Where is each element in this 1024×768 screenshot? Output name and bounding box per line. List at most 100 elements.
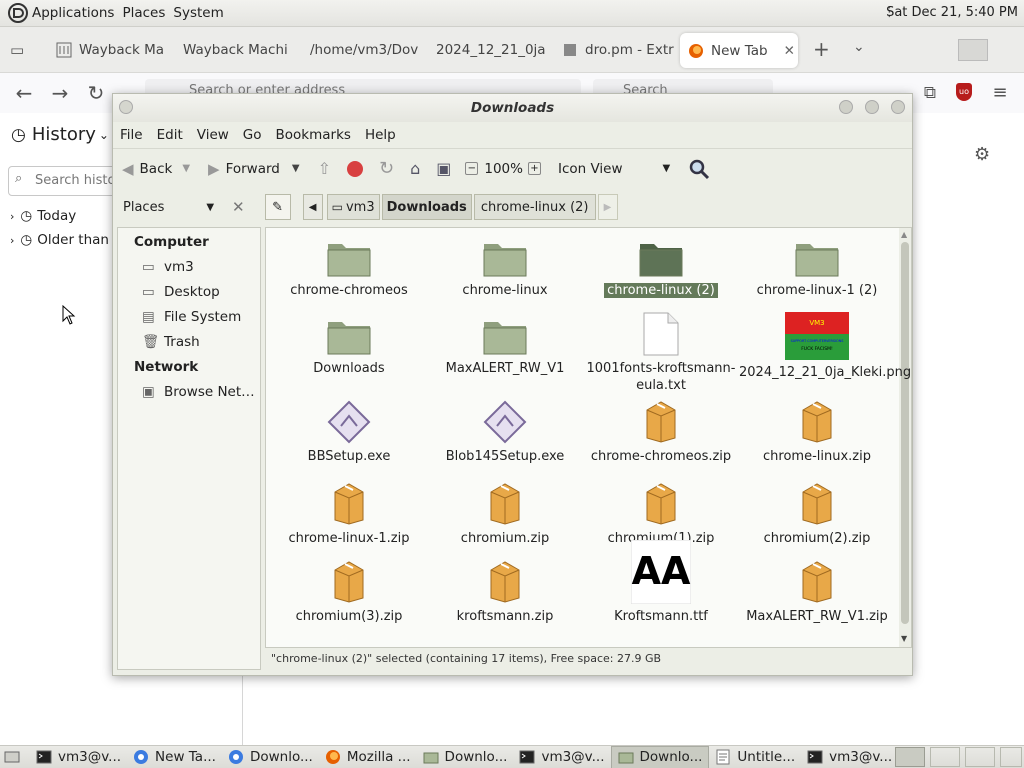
file-item[interactable]: MaxALERT_RW_V1 xyxy=(427,316,583,377)
file-item[interactable]: chrome-linux-1 (2) xyxy=(739,238,895,299)
up-icon[interactable]: ⇧ xyxy=(318,159,331,178)
sidebar-item-desktop[interactable]: ▭ Desktop xyxy=(142,284,220,300)
maximize-icon[interactable] xyxy=(958,39,988,61)
taskbar-item[interactable]: vm3@v... xyxy=(801,746,898,768)
taskbar-item[interactable]: Downlo... xyxy=(222,746,319,768)
new-tab-icon[interactable]: + xyxy=(813,37,830,61)
menu-view[interactable]: View xyxy=(197,127,229,143)
extensions-icon[interactable]: ⧉ xyxy=(918,81,942,105)
search-icon[interactable] xyxy=(688,158,710,180)
reload-icon[interactable]: ↻ xyxy=(379,158,394,179)
menu-file[interactable]: File xyxy=(120,127,143,143)
gnome-foot-icon[interactable] xyxy=(7,2,29,24)
breadcrumb-downloads[interactable]: Downloads xyxy=(381,194,472,220)
history-item-today[interactable]: › ◷ Today xyxy=(10,208,76,224)
scroll-down-icon[interactable]: ▼ xyxy=(901,634,907,643)
menu-edit[interactable]: Edit xyxy=(157,127,183,143)
crumb-left-icon[interactable]: ◀ xyxy=(302,194,323,220)
tab-home-dir[interactable]: /home/vm3/Dov xyxy=(310,27,422,73)
reload-icon[interactable]: ↻ xyxy=(84,81,108,105)
file-item[interactable]: 1001fonts-kroftsmann-eula.txt xyxy=(583,312,739,394)
workspace-4[interactable] xyxy=(1000,747,1022,767)
file-item[interactable]: chrome-chromeos.zip xyxy=(583,400,739,465)
computer-icon[interactable]: ▣ xyxy=(436,159,451,178)
workspace-1[interactable] xyxy=(895,747,925,767)
scrollbar-thumb[interactable] xyxy=(901,242,909,624)
tab-wayback-1[interactable]: Wayback Ma xyxy=(56,27,168,73)
sidebar-item-browse-network[interactable]: ▣ Browse Net… xyxy=(142,384,255,400)
file-item[interactable]: chrome-linux-1.zip xyxy=(271,482,427,547)
maximize-icon[interactable] xyxy=(865,100,879,114)
show-desktop-icon[interactable] xyxy=(4,749,20,765)
breadcrumb-chrome-linux-2[interactable]: chrome-linux (2) xyxy=(473,194,596,220)
taskbar-item[interactable]: Mozilla ... xyxy=(319,746,417,768)
clock[interactable]: Sat Dec 21, 5:40 PM xyxy=(886,5,1018,20)
chevron-down-icon[interactable]: ▼ xyxy=(663,163,671,174)
workspace-2[interactable] xyxy=(930,747,960,767)
ublock-icon[interactable]: uo xyxy=(956,83,972,101)
tab-new-tab[interactable]: New Tab ✕ xyxy=(680,33,798,68)
taskbar-item[interactable]: Untitle... xyxy=(709,746,801,768)
tab-wayback-2[interactable]: Wayback Machi xyxy=(183,27,295,73)
file-item[interactable]: chrome-linux xyxy=(427,238,583,299)
file-item[interactable]: MaxALERT_RW_V1.zip xyxy=(739,560,895,625)
scrollbar[interactable]: ▲ ▼ xyxy=(899,228,911,647)
taskbar-item[interactable]: Downlo... xyxy=(610,745,710,768)
file-item[interactable]: kroftsmann.zip xyxy=(427,560,583,625)
workspace-3[interactable] xyxy=(965,747,995,767)
taskbar-item[interactable]: New Ta... xyxy=(127,746,222,768)
window-title[interactable]: Downloads xyxy=(113,94,912,122)
crumb-right-icon[interactable]: ▶ xyxy=(597,194,618,220)
close-tab-icon[interactable]: ✕ xyxy=(784,43,795,59)
file-item[interactable]: VM3 SUPPORT COMPUTERVERSIONS FUCK FACISM! 2… xyxy=(739,312,911,381)
places-select[interactable]: Places xyxy=(123,200,164,215)
file-item[interactable]: chromium(1).zip xyxy=(583,482,739,547)
history-sidebar-title[interactable]: ◷ History ⌄ xyxy=(11,124,109,145)
gear-icon[interactable]: ⚙ xyxy=(974,144,990,165)
window-menu-icon[interactable] xyxy=(119,100,133,114)
file-item[interactable]: chromium(2).zip xyxy=(739,482,895,547)
applications-menu[interactable]: Applications xyxy=(32,5,114,21)
tab-overview-icon[interactable]: ▭ xyxy=(10,41,24,59)
list-tabs-icon[interactable]: ⌄ xyxy=(853,39,865,55)
zoom-in-icon[interactable]: + xyxy=(527,162,541,175)
minimize-icon[interactable] xyxy=(839,100,853,114)
view-mode-select[interactable]: Icon View xyxy=(558,161,623,177)
zoom-level[interactable]: 100% xyxy=(484,161,523,177)
file-item[interactable]: chromium.zip xyxy=(427,482,583,547)
sidebar-item-vm3[interactable]: ▭ vm3 xyxy=(142,259,194,275)
menu-help[interactable]: Help xyxy=(365,127,396,143)
tab-png[interactable]: 2024_12_21_0ja xyxy=(436,27,548,73)
file-item[interactable]: chrome-linux (2) xyxy=(583,238,739,299)
sidebar-item-filesystem[interactable]: ▤ File System xyxy=(142,309,241,325)
system-menu[interactable]: System xyxy=(173,5,223,21)
taskbar-item[interactable]: vm3@v... xyxy=(30,746,127,768)
forward-icon[interactable]: → xyxy=(48,81,72,105)
menu-bookmarks[interactable]: Bookmarks xyxy=(276,127,351,143)
file-item[interactable]: BBSetup.exe xyxy=(271,400,427,465)
zoom-out-icon[interactable]: − xyxy=(465,162,479,175)
file-item[interactable]: chrome-chromeos xyxy=(271,238,427,299)
taskbar-item[interactable]: vm3@v... xyxy=(513,746,610,768)
file-item[interactable]: chrome-linux.zip xyxy=(739,400,895,465)
sidebar-item-trash[interactable]: 🗑 Trash xyxy=(142,334,200,350)
forward-history-icon[interactable]: ▼ xyxy=(292,163,300,174)
edit-location-icon[interactable]: ✎ xyxy=(264,194,291,220)
file-item[interactable]: Blob145Setup.exe xyxy=(427,400,583,465)
breadcrumb-vm3[interactable]: ▭ vm3 xyxy=(326,194,380,220)
file-item[interactable]: Downloads xyxy=(271,316,427,377)
chevron-down-icon[interactable]: ▼ xyxy=(206,202,214,213)
back-button[interactable]: ◀ Back xyxy=(122,160,172,178)
forward-button[interactable]: ▶ Forward xyxy=(208,160,280,178)
tab-dro-pm[interactable]: dro.pm - Extr xyxy=(562,27,674,73)
scroll-up-icon[interactable]: ▲ xyxy=(901,230,907,239)
menu-go[interactable]: Go xyxy=(243,127,262,143)
file-item[interactable]: chromium(3).zip xyxy=(271,560,427,625)
back-history-icon[interactable]: ▼ xyxy=(182,163,190,174)
places-menu[interactable]: Places xyxy=(122,5,165,21)
stop-icon[interactable] xyxy=(346,160,363,177)
back-icon[interactable]: ← xyxy=(12,81,36,105)
close-icon[interactable] xyxy=(891,100,905,114)
close-pane-icon[interactable]: ✕ xyxy=(232,198,245,216)
home-icon[interactable]: ⌂ xyxy=(410,159,420,178)
